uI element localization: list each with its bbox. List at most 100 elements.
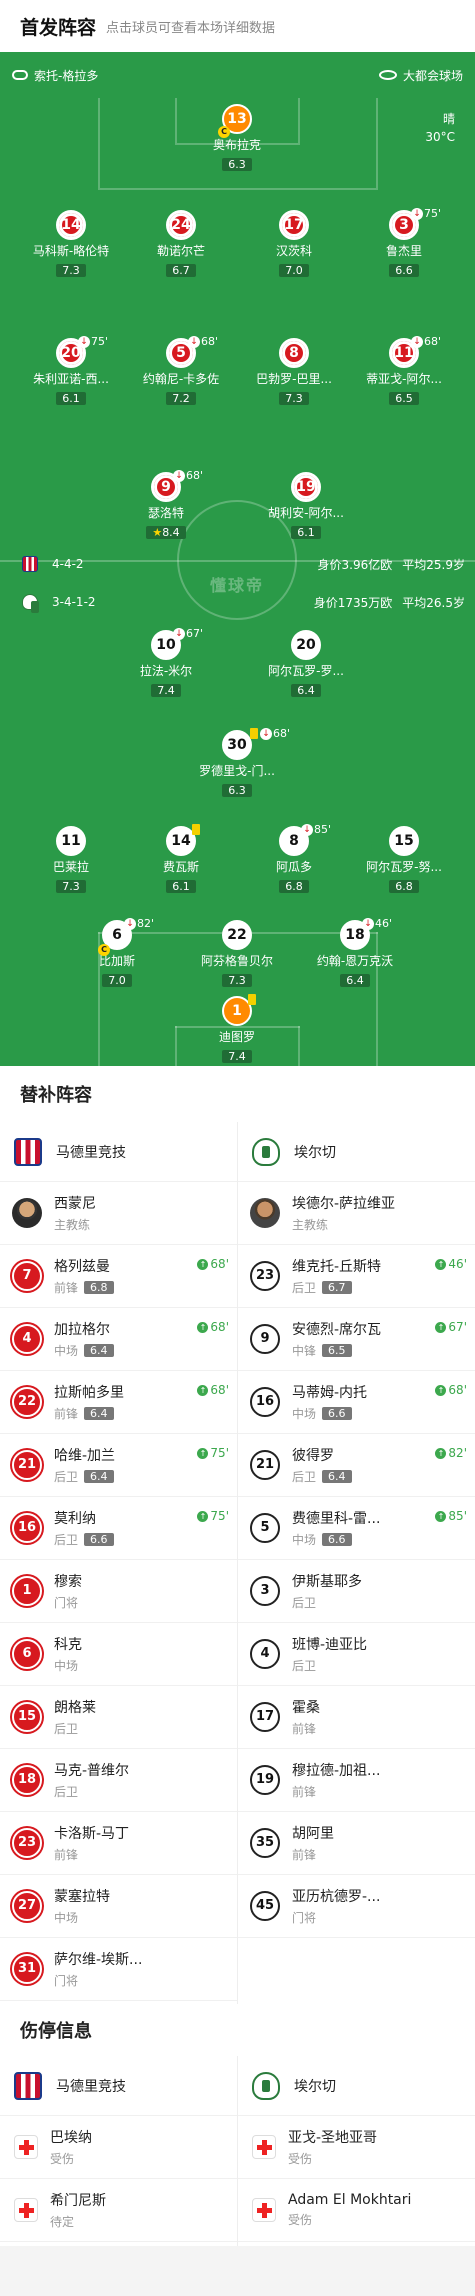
sub-player-row[interactable]: 4 加拉格尔 中场 6.4 ↑ 68' — [0, 1308, 237, 1371]
weather-info: 晴 30°C — [425, 110, 455, 146]
sub-out-indicator: ↓ 75' — [78, 335, 108, 348]
home-player[interactable]: 24 勒诺尔芒 6.7 — [136, 210, 226, 278]
player-rating: 6.6 — [389, 264, 419, 277]
home-player[interactable]: 5 约翰尼-卡多佐 7.2 — [136, 338, 226, 406]
sub-out-icon: ↓ — [78, 335, 90, 348]
player-rating: 6.6 — [322, 1533, 352, 1546]
coach-name: 西蒙尼 — [54, 1196, 96, 1212]
player-name: 阿瓜多 — [275, 860, 312, 874]
sub-player-row[interactable]: 6 科克 中场 — [0, 1623, 237, 1686]
sub-player-row[interactable]: 16 马蒂姆-内托 中场 6.6 ↑ 68' — [238, 1371, 475, 1434]
box-line — [376, 98, 378, 188]
player-name: 卡洛斯-马丁 — [54, 1826, 130, 1842]
player-name: 迪图罗 — [218, 1030, 255, 1044]
home-player[interactable]: 13 奥布拉克 6.3 — [192, 104, 282, 172]
player-name: 费瓦斯 — [162, 860, 199, 874]
player-name: 拉斯帕多里 — [54, 1385, 124, 1401]
sub-player-row[interactable]: 15 朗格莱 后卫 — [0, 1686, 237, 1749]
home-player[interactable]: 9 瑟洛特 ★8.4 — [121, 472, 211, 540]
injury-status: 受伤 — [288, 2213, 313, 2227]
injury-status: 受伤 — [50, 2152, 75, 2166]
sub-out-indicator: ↓ 82' — [124, 917, 154, 930]
player-rating: 6.4 — [84, 1470, 114, 1483]
injury-row[interactable]: 亚戈-圣地亚哥 受伤 — [238, 2116, 475, 2179]
player-name: 希门尼斯 — [50, 2193, 106, 2209]
sub-player-row[interactable]: 4 班博-迪亚比 后卫 — [238, 1623, 475, 1686]
away-player[interactable]: 18 约翰-恩万克沃 6.4 — [310, 920, 400, 988]
sub-player-row[interactable]: 23 维克托-丘斯特 后卫 6.7 ↑ 46' — [238, 1245, 475, 1308]
away-coach-row[interactable]: 埃德尔-萨拉维亚 主教练 — [238, 1182, 475, 1245]
stadium-info: 大都会球场 — [378, 67, 463, 84]
sub-in-icon: ↑ — [435, 1447, 447, 1459]
player-number: 6 — [12, 1639, 42, 1669]
player-number: 8 — [279, 338, 309, 368]
lineup-header: 首发阵容 点击球员可查看本场详细数据 — [0, 0, 475, 52]
away-player[interactable]: 14 费瓦斯 6.1 — [136, 826, 226, 894]
player-number: 16 — [12, 1513, 42, 1543]
sub-player-row[interactable]: 35 胡阿里 前锋 — [238, 1812, 475, 1875]
away-player[interactable]: 6 比加斯 7.0 — [72, 920, 162, 988]
player-number: 19 — [291, 472, 321, 502]
away-player[interactable]: 20 阿尔瓦罗-罗... 6.4 — [261, 630, 351, 698]
sub-player-row[interactable]: 17 霍桑 前锋 — [238, 1686, 475, 1749]
away-player[interactable]: 10 拉法-米尔 7.4 — [121, 630, 211, 698]
home-coach-row[interactable]: 西蒙尼 主教练 — [0, 1182, 237, 1245]
home-formation-bar: 4-4-2 身价3.96亿欧 平均25.9岁 — [0, 553, 475, 575]
sub-player-row[interactable]: 22 拉斯帕多里 前锋 6.4 ↑ 68' — [0, 1371, 237, 1434]
star-icon: ★ — [152, 526, 163, 539]
away-team-name: 埃尔切 — [294, 2078, 336, 2095]
sub-player-row[interactable]: 27 蒙塞拉特 中场 — [0, 1875, 237, 1938]
sub-out-indicator: ↓ 46' — [362, 917, 392, 930]
home-player[interactable]: 11 蒂亚戈-阿尔... 6.5 — [359, 338, 449, 406]
sub-player-row[interactable]: 16 莫利纳 后卫 6.6 ↑ 75' — [0, 1497, 237, 1560]
player-name: 霍桑 — [292, 1700, 320, 1716]
player-name: 胡利安-阿尔... — [268, 506, 344, 520]
player-number: 5 — [250, 1513, 280, 1543]
player-rating: 6.5 — [389, 392, 419, 405]
player-rating: 6.5 — [322, 1344, 352, 1357]
home-player[interactable]: 14 马科斯-略伦特 7.3 — [26, 210, 116, 278]
injury-row[interactable]: 巴埃纳 受伤 — [0, 2116, 237, 2179]
away-player[interactable]: 22 阿芬格鲁贝尔 7.3 — [192, 920, 282, 988]
sub-in-indicator: ↑ 75' — [197, 1446, 229, 1460]
player-name: 哈维-加兰 — [54, 1448, 116, 1464]
away-player[interactable]: 11 巴莱拉 7.3 — [26, 826, 116, 894]
home-player[interactable]: 19 胡利安-阿尔... 6.1 — [261, 472, 351, 540]
sub-player-row[interactable]: 1 穆索 门将 — [0, 1560, 237, 1623]
sub-in-icon: ↑ — [435, 1510, 447, 1522]
player-rating: 6.3 — [222, 158, 252, 171]
home-player[interactable]: 3 鲁杰里 6.6 — [359, 210, 449, 278]
sub-player-row[interactable]: 21 哈维-加兰 后卫 6.4 ↑ 75' — [0, 1434, 237, 1497]
sub-in-icon: ↑ — [197, 1258, 209, 1270]
home-player[interactable]: 20 朱利亚诺-西... 6.1 — [26, 338, 116, 406]
sub-player-row[interactable]: 18 马克-普维尔 后卫 — [0, 1749, 237, 1812]
sub-in-indicator: ↑ 68' — [435, 1383, 467, 1397]
player-number: 21 — [12, 1450, 42, 1480]
sub-player-row[interactable]: 19 穆拉德-加祖... 前锋 — [238, 1749, 475, 1812]
injury-row[interactable]: Adam El Mokhtari 受伤 — [238, 2179, 475, 2242]
sub-player-row[interactable]: 3 伊斯基耶多 后卫 — [238, 1560, 475, 1623]
away-player[interactable]: 30 罗德里戈-门... 6.3 — [192, 730, 282, 798]
sub-player-row[interactable]: 7 格列兹曼 前锋 6.8 ↑ 68' — [0, 1245, 237, 1308]
sub-player-row[interactable]: 5 费德里科-雷... 中场 6.6 ↑ 85' — [238, 1497, 475, 1560]
player-number: 24 — [166, 210, 196, 240]
sub-player-row[interactable]: 9 安德烈-席尔瓦 中锋 6.5 ↑ 67' — [238, 1308, 475, 1371]
player-rating: 7.4 — [151, 684, 181, 697]
sub-out-indicator: ↓ 68' — [411, 335, 441, 348]
away-player[interactable]: 15 阿尔瓦罗-努... 6.8 — [359, 826, 449, 894]
sub-player-row[interactable]: 31 萨尔维-埃斯... 门将 — [0, 1938, 237, 2001]
sub-out-indicator: ↓ 68' — [260, 727, 290, 740]
away-crest-icon — [22, 594, 39, 613]
away-player[interactable]: 8 阿瓜多 6.8 — [249, 826, 339, 894]
sub-player-row[interactable]: 23 卡洛斯-马丁 前锋 — [0, 1812, 237, 1875]
injury-row[interactable]: 希门尼斯 待定 — [0, 2179, 237, 2242]
sub-in-indicator: ↑ 85' — [435, 1509, 467, 1523]
home-player[interactable]: 17 汉茨科 7.0 — [249, 210, 339, 278]
home-player[interactable]: 8 巴勃罗-巴里... 7.3 — [249, 338, 339, 406]
sub-player-row[interactable]: 45 亚历杭德罗-... 门将 — [238, 1875, 475, 1938]
away-player[interactable]: 1 迪图罗 7.4 — [192, 996, 282, 1064]
player-position: 门将 — [292, 1911, 317, 1925]
medical-icon — [252, 2135, 276, 2159]
sub-player-row[interactable]: 21 彼得罗 后卫 6.4 ↑ 82' — [238, 1434, 475, 1497]
player-position: 前锋 — [54, 1848, 79, 1862]
